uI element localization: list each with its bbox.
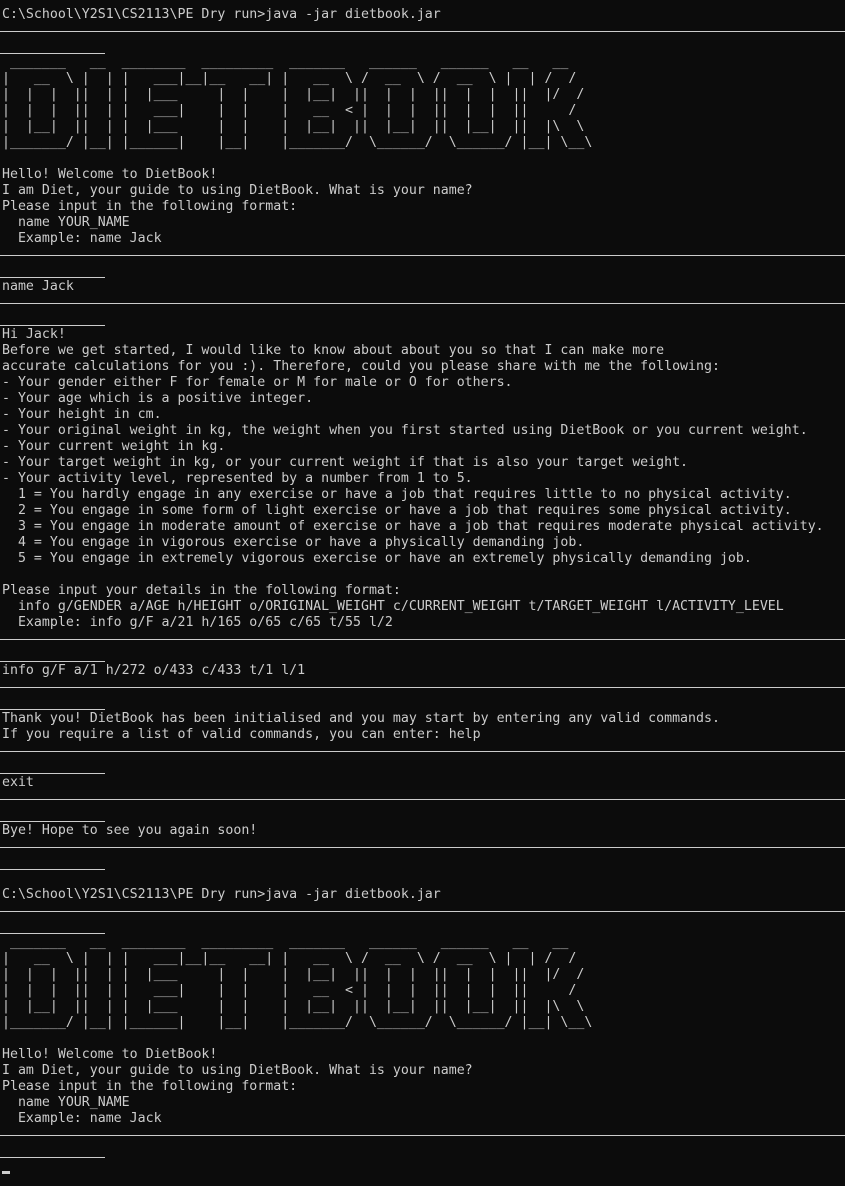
terminal-line: 4 = You engage in vigorous exercise or h… xyxy=(2,535,585,550)
terminal-line: 1 = You hardly engage in any exercise or… xyxy=(2,487,792,502)
terminal-line: If you require a list of valid commands,… xyxy=(2,727,481,742)
terminal-line: - Your height in cm. xyxy=(2,407,162,422)
terminal-line: exit xyxy=(2,775,34,790)
divider-line xyxy=(0,679,845,695)
divider-line xyxy=(0,295,845,311)
terminal-line: Example: name Jack xyxy=(2,1111,162,1126)
terminal-line: name Jack xyxy=(2,279,74,294)
terminal-line: - Your gender either F for female or M f… xyxy=(2,375,513,390)
terminal-line: info g/F a/1 h/272 o/433 c/433 t/1 l/1 xyxy=(2,663,306,678)
short-divider xyxy=(0,695,845,711)
terminal-line: Before we get started, I would like to k… xyxy=(2,343,665,358)
ascii-logo-line: | |__| || | | |___ | | | |__| || |__| ||… xyxy=(2,999,585,1014)
divider-line xyxy=(0,1127,845,1143)
short-divider xyxy=(0,759,845,775)
terminal-line: name YOUR_NAME xyxy=(2,215,130,230)
terminal-line: name YOUR_NAME xyxy=(2,1095,130,1110)
short-divider xyxy=(0,807,845,823)
terminal-line: Hi Jack! xyxy=(2,327,66,342)
short-divider xyxy=(0,647,845,663)
divider-line xyxy=(0,23,845,39)
ascii-logo-line: | |__| || | | |___ | | | |__| || |__| ||… xyxy=(2,119,585,134)
terminal-line: I am Diet, your guide to using DietBook.… xyxy=(2,1063,473,1078)
terminal-output: C:\School\Y2S1\CS2113\PE Dry run>java -j… xyxy=(0,7,845,1175)
divider-line xyxy=(0,743,845,759)
short-divider xyxy=(0,39,845,55)
ascii-logo-line: | __ \ | | | ___|__|__ __| | __ \ / __ \… xyxy=(2,71,577,86)
terminal-window[interactable]: { "terminal": { "lines": [ {"type": "tex… xyxy=(0,0,845,1186)
terminal-line: - Your current weight in kg. xyxy=(2,439,226,454)
terminal-line: C:\School\Y2S1\CS2113\PE Dry run>java -j… xyxy=(2,7,441,22)
ascii-logo-line: | | | || | | |___ | | | |__| || | | || |… xyxy=(2,87,585,102)
divider-line xyxy=(0,631,845,647)
terminal-line: Hello! Welcome to DietBook! xyxy=(2,1047,218,1062)
short-divider xyxy=(0,1143,845,1159)
terminal-line: Bye! Hope to see you again soon! xyxy=(2,823,258,838)
terminal-line: 2 = You engage in some form of light exe… xyxy=(2,503,792,518)
terminal-line: - Your original weight in kg, the weight… xyxy=(2,423,808,438)
ascii-logo-line: | | | || | | ___| | | | __ < | | | || | … xyxy=(2,983,577,998)
short-divider xyxy=(0,263,845,279)
divider-line xyxy=(0,791,845,807)
terminal-line: info g/GENDER a/AGE h/HEIGHT o/ORIGINAL_… xyxy=(2,599,784,614)
terminal-line: I am Diet, your guide to using DietBook.… xyxy=(2,183,473,198)
ascii-logo-line: _______ __ ________ _________ _______ __… xyxy=(2,55,569,70)
terminal-line: Please input your details in the followi… xyxy=(2,583,401,598)
terminal-line: - Your age which is a positive integer. xyxy=(2,391,314,406)
terminal-line: - Your target weight in kg, or your curr… xyxy=(2,455,689,470)
prompt-line[interactable] xyxy=(2,1159,845,1175)
divider-line xyxy=(0,903,845,919)
ascii-logo-line: | | | || | | |___ | | | |__| || | | || |… xyxy=(2,967,585,982)
ascii-logo-line: _______ __ ________ _________ _______ __… xyxy=(2,935,569,950)
terminal-line: 5 = You engage in extremely vigorous exe… xyxy=(2,551,752,566)
ascii-logo-line: | __ \ | | | ___|__|__ __| | __ \ / __ \… xyxy=(2,951,577,966)
short-divider xyxy=(0,311,845,327)
divider-line xyxy=(0,247,845,263)
terminal-line: - Your activity level, represented by a … xyxy=(2,471,473,486)
ascii-logo-line: |_______/ |__| |______| |__| |_______/ \… xyxy=(2,1015,593,1030)
ascii-logo-line: |_______/ |__| |______| |__| |_______/ \… xyxy=(2,135,593,150)
terminal-line: Example: info g/F a/21 h/165 o/65 c/65 t… xyxy=(2,615,393,630)
terminal-line: 3 = You engage in moderate amount of exe… xyxy=(2,519,824,534)
terminal-line: Example: name Jack xyxy=(2,231,162,246)
terminal-line: Please input in the following format: xyxy=(2,1079,298,1094)
divider-line xyxy=(0,839,845,855)
terminal-line: Thank you! DietBook has been initialised… xyxy=(2,711,720,726)
terminal-line: accurate calculations for you :). Theref… xyxy=(2,359,720,374)
terminal-line: C:\School\Y2S1\CS2113\PE Dry run>java -j… xyxy=(2,887,441,902)
short-divider xyxy=(0,919,845,935)
short-divider xyxy=(0,855,845,871)
terminal-line: Hello! Welcome to DietBook! xyxy=(2,167,218,182)
terminal-line: Please input in the following format: xyxy=(2,199,298,214)
text-cursor xyxy=(2,1171,10,1174)
ascii-logo-line: | | | || | | ___| | | | __ < | | | || | … xyxy=(2,103,577,118)
